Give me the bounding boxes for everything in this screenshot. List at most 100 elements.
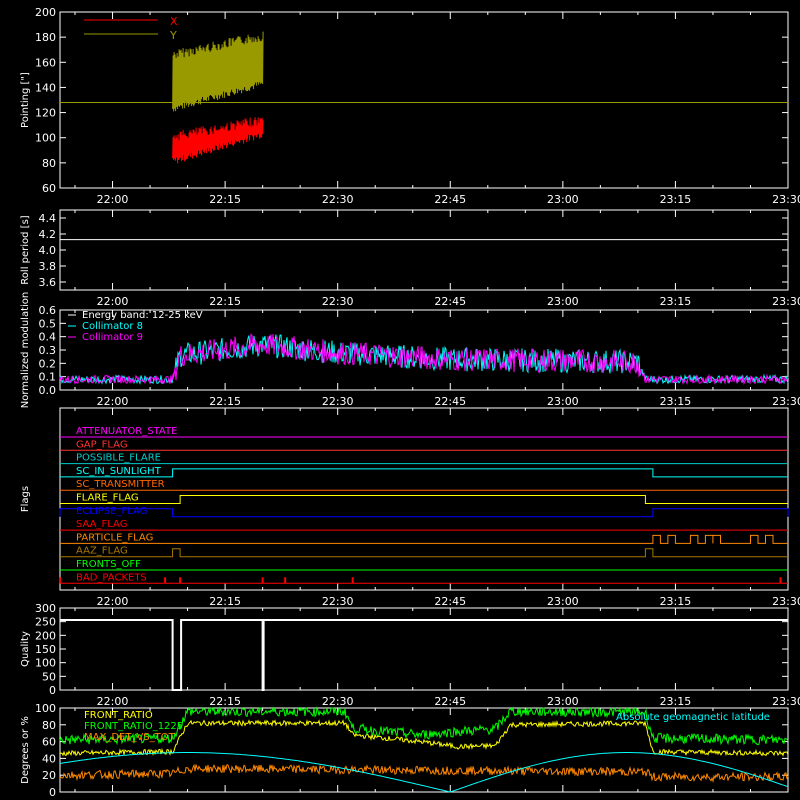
modulation-legend-label: Energy band: 12-25 keV <box>82 310 203 321</box>
ratios-ytick-label: 0 <box>49 786 56 799</box>
modulation-ytick-label: 0.0 <box>39 384 57 397</box>
flag-label-sc_transmitter: SC_TRANSMITTER <box>76 479 165 490</box>
quality-ylabel: Quality <box>20 631 31 667</box>
roll-xtick-label: 22:00 <box>97 295 129 308</box>
ratios-legend-label: MAX_DET_VS_TOT <box>84 732 176 743</box>
pointing-ytick-label: 120 <box>35 107 56 120</box>
quality-xtick-label: 23:30 <box>772 695 800 708</box>
pointing-ytick-label: 160 <box>35 56 56 69</box>
quality-ytick-label: 150 <box>35 643 56 656</box>
flag-label-bad_packets: BAD_PACKETS <box>76 572 147 583</box>
pointing-xtick-label: 22:30 <box>322 193 354 206</box>
pointing-ytick-label: 200 <box>35 6 56 19</box>
pointing-series-y <box>172 31 264 112</box>
pointing-series-x <box>172 117 264 164</box>
pointing-xtick-label: 23:30 <box>772 193 800 206</box>
roll-xtick-label: 22:45 <box>434 295 466 308</box>
flag-label-fronts_off: FRONTS_OFF <box>76 559 141 570</box>
roll-frame <box>59 209 789 291</box>
pointing-ytick-label: 180 <box>35 31 56 44</box>
flag-label-flare_flag: FLARE_FLAG <box>76 493 139 504</box>
flags-xtick-label: 23:00 <box>547 595 579 608</box>
modulation-ytick-label: 0.4 <box>39 331 57 344</box>
flag-line-particle_flag <box>60 534 788 544</box>
flags-xtick-label: 23:15 <box>660 595 692 608</box>
roll-ytick-label: 3.8 <box>39 260 57 273</box>
roll-ytick-label: 4.2 <box>39 228 57 241</box>
ratios-ytick-label: 60 <box>42 736 56 749</box>
modulation-xtick-label: 22:30 <box>322 395 354 408</box>
pointing-legend-label: X <box>170 15 178 28</box>
flag-label-eclipse_flag: ECLIPSE_FLAG <box>76 506 147 517</box>
quality-xtick-label: 23:00 <box>547 695 579 708</box>
modulation-ytick-label: 0.5 <box>39 317 57 330</box>
modulation-xtick-label: 22:45 <box>434 395 466 408</box>
roll-xtick-label: 22:15 <box>209 295 241 308</box>
ratios-ytick-label: 40 <box>42 752 56 765</box>
quality-ytick-label: 250 <box>35 616 56 629</box>
pointing-ytick-label: 60 <box>42 182 56 195</box>
flag-label-sc_in_sunlight: SC_IN_SUNLIGHT <box>76 466 162 477</box>
flag-line-sc_in_sunlight <box>60 468 788 478</box>
ratios-ytick-label: 80 <box>42 719 56 732</box>
modulation-ytick-label: 0.6 <box>39 304 57 317</box>
quality-ytick-label: 300 <box>35 602 56 615</box>
pointing-legend-label: Y <box>169 29 177 42</box>
flags-xtick-label: 22:45 <box>434 595 466 608</box>
pointing-xtick-label: 23:15 <box>660 193 692 206</box>
modulation-xtick-label: 23:30 <box>772 395 800 408</box>
modulation-ylabel: Normalized modulation <box>20 292 31 409</box>
modulation-ytick-label: 0.1 <box>39 371 57 384</box>
flags-ylabel: Flags <box>20 486 31 512</box>
modulation-legend-label: Collimator 8 <box>82 321 143 332</box>
ratios-legend-label: FRONT_RATIO_1225 <box>84 721 183 732</box>
rhessi-quicklook-plot: 22:00 22:15 22:30 22:45 23:00 23:15 23:30 60 80 1… <box>20 6 800 799</box>
pointing-xtick-label: 23:00 <box>547 193 579 206</box>
flags-xtick-label: 22:00 <box>97 595 129 608</box>
roll-xtick-label: 23:15 <box>660 295 692 308</box>
pointing-ytick-label: 80 <box>42 157 56 170</box>
flag-line-flare_flag <box>60 495 788 504</box>
modulation-xtick-label: 23:15 <box>660 395 692 408</box>
modulation-ytick-label: 0.3 <box>39 344 57 357</box>
modulation-xtick-label: 23:00 <box>547 395 579 408</box>
roll-ytick-label: 3.6 <box>39 276 57 289</box>
roll-xtick-label: 23:30 <box>772 295 800 308</box>
ratios-ytick-label: 100 <box>35 702 56 715</box>
roll-ylabel: Roll period [s] <box>20 215 31 284</box>
quality-series-line <box>60 619 788 691</box>
pointing-ytick-label: 140 <box>35 81 56 94</box>
flags-xtick-label: 23:30 <box>772 595 800 608</box>
flag-line-eclipse_flag <box>59 508 789 518</box>
flag-label-possible_flare: POSSIBLE_FLARE <box>76 453 161 464</box>
flags-xtick-label: 22:15 <box>209 595 241 608</box>
quality-ytick-label: 200 <box>35 629 56 642</box>
roll-ytick-label: 4.4 <box>39 212 57 225</box>
flag-line-aaz_flag <box>60 548 788 558</box>
modulation-xtick-label: 22:00 <box>97 395 129 408</box>
roll-xtick-label: 23:00 <box>547 295 579 308</box>
pointing-ylabel: Pointing ["] <box>20 72 31 128</box>
modulation-xtick-label: 22:15 <box>209 395 241 408</box>
modulation-series-1 <box>59 333 789 386</box>
modulation-series-0 <box>59 334 789 385</box>
flag-label-gap_flag: GAP_FLAG <box>76 439 128 450</box>
pointing-xtick-label: 22:00 <box>97 193 129 206</box>
pointing-xtick-label: 22:15 <box>209 193 241 206</box>
flag-label-attenuator_state: ATTENUATOR_STATE <box>76 426 177 437</box>
roll-xtick-label: 22:30 <box>322 295 354 308</box>
pointing-xtick-label: 22:45 <box>434 193 466 206</box>
ratios-ytick-label: 20 <box>42 769 56 782</box>
flag-label-saa_flag: SAA_FLAG <box>76 519 127 530</box>
flags-xtick-label: 22:30 <box>322 595 354 608</box>
flag-label-particle_flag: PARTICLE_FLAG <box>76 532 153 543</box>
roll-ytick-label: 4.0 <box>39 244 57 257</box>
quality-ytick-label: 50 <box>42 670 56 683</box>
modulation-ytick-label: 0.2 <box>39 357 57 370</box>
quality-xtick-label: 22:00 <box>97 695 129 708</box>
ratios-ylabel: Degrees or % <box>20 716 31 784</box>
quality-xtick-label: 23:15 <box>660 695 692 708</box>
ratios-legend-label: FRONT_RATIO <box>84 710 153 721</box>
pointing-ytick-label: 100 <box>35 132 56 145</box>
quality-ytick-label: 100 <box>35 657 56 670</box>
